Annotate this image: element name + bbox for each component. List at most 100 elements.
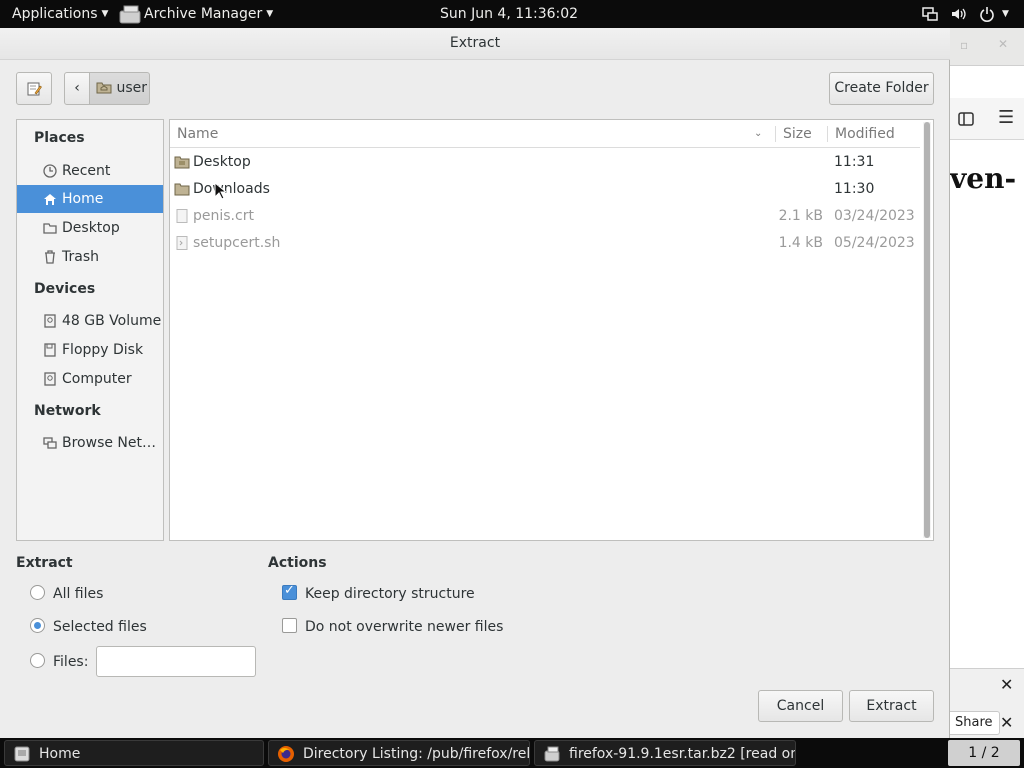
- task-archive-manager[interactable]: firefox-91.9.1esr.tar.bz2 [read on…: [534, 740, 796, 766]
- file-row-downloads[interactable]: Downloads 11:30: [170, 176, 920, 203]
- file-name: penis.crt: [193, 208, 254, 224]
- sidebar-item-browse-network[interactable]: Browse Net…: [17, 429, 163, 457]
- file-name: Desktop: [193, 154, 251, 170]
- task-label: Directory Listing: /pub/firefox/rel…: [303, 746, 530, 762]
- dialog-title: Extract: [0, 28, 950, 60]
- file-row-penis-crt[interactable]: penis.crt 2.1 kB 03/24/2023: [170, 203, 920, 230]
- background-titlebar: ▫ ✕: [948, 28, 1024, 66]
- breadcrumb-label: user: [116, 80, 147, 96]
- task-label: firefox-91.9.1esr.tar.bz2 [read on…: [569, 746, 796, 762]
- keep-directory-structure-checkbox[interactable]: [282, 583, 297, 600]
- network-icon: [43, 437, 57, 449]
- sidebar-item-desktop[interactable]: Desktop: [17, 214, 163, 242]
- clock[interactable]: Sun Jun 4, 11:36:02: [440, 0, 578, 28]
- actions-section-label: Actions: [268, 555, 327, 571]
- sidebar-item-home[interactable]: Home: [17, 185, 163, 213]
- files-pattern-radio[interactable]: [30, 653, 45, 668]
- app-label: Archive Manager: [144, 6, 263, 22]
- file-manager-icon: [14, 746, 30, 762]
- selected-files-label[interactable]: Selected files: [53, 618, 147, 636]
- create-folder-button[interactable]: Create Folder: [829, 72, 934, 105]
- network-icon[interactable]: [922, 6, 938, 22]
- extract-button[interactable]: Extract: [849, 690, 934, 722]
- column-size[interactable]: Size: [783, 120, 812, 148]
- sidebar-item-computer[interactable]: Computer: [17, 365, 163, 393]
- task-firefox[interactable]: Directory Listing: /pub/firefox/rel…: [268, 740, 530, 766]
- sidebar-item-label: Desktop: [62, 220, 120, 236]
- applications-menu[interactable]: Applications ▼: [12, 0, 108, 28]
- hamburger-menu-icon[interactable]: ☰: [998, 107, 1014, 128]
- vertical-scrollbar[interactable]: [923, 122, 931, 538]
- breadcrumb-user[interactable]: user: [89, 72, 150, 105]
- file-size: 2.1 kB: [778, 208, 823, 224]
- chevron-left-icon: ‹: [74, 80, 80, 96]
- column-divider: [827, 126, 828, 142]
- chevron-down-icon[interactable]: ⌄: [754, 120, 762, 148]
- extract-section-label: Extract: [16, 555, 73, 571]
- power-icon[interactable]: [979, 6, 995, 22]
- selected-files-radio[interactable]: [30, 618, 45, 633]
- chevron-down-icon: ▼: [101, 9, 109, 19]
- do-not-overwrite-checkbox[interactable]: [282, 618, 297, 633]
- all-files-label[interactable]: All files: [53, 585, 103, 603]
- extract-dialog: Extract ‹ user Create Folder Places Rece…: [0, 28, 950, 738]
- mouse-cursor-icon: [214, 182, 226, 200]
- share-button[interactable]: Share: [942, 711, 1000, 735]
- edit-icon: [27, 82, 42, 96]
- clock-icon: [43, 164, 57, 178]
- background-notification-bar: ✕ Share ✕: [942, 668, 1024, 738]
- chevron-down-icon[interactable]: ▼: [1002, 0, 1009, 28]
- files-pattern-input[interactable]: [96, 646, 256, 677]
- sidebar-item-label: Browse Net…: [62, 435, 157, 451]
- sidebar-item-recent[interactable]: Recent: [17, 157, 163, 185]
- archive-manager-icon: [544, 746, 560, 762]
- files-pattern-label[interactable]: Files:: [53, 653, 88, 671]
- background-browser-window[interactable]: ▫ ✕ ☰ ven- ✕ Share ✕: [942, 28, 1024, 738]
- volume-icon[interactable]: [950, 6, 966, 22]
- close-icon[interactable]: ✕: [1000, 675, 1013, 694]
- file-name: Downloads: [193, 181, 270, 197]
- keep-directory-structure-label[interactable]: Keep directory structure: [305, 585, 475, 603]
- close-icon[interactable]: ✕: [1000, 713, 1013, 732]
- sidebar-item-48gb-volume[interactable]: 48 GB Volume: [17, 307, 163, 335]
- taskbar: Home Directory Listing: /pub/firefox/rel…: [0, 738, 1024, 768]
- do-not-overwrite-label[interactable]: Do not overwrite newer files: [305, 618, 503, 636]
- sidebar-toggle-icon[interactable]: [958, 112, 974, 126]
- places-heading: Places: [34, 130, 85, 146]
- column-divider: [775, 126, 776, 142]
- all-files-radio[interactable]: [30, 585, 45, 600]
- file-modified: 11:30: [834, 181, 875, 197]
- column-modified[interactable]: Modified: [835, 120, 895, 148]
- task-home[interactable]: Home: [4, 740, 264, 766]
- scrollbar-thumb[interactable]: [924, 122, 930, 538]
- home-icon: [44, 194, 56, 205]
- file-size: 1.4 kB: [778, 235, 823, 251]
- sidebar-item-floppy-disk[interactable]: Floppy Disk: [17, 336, 163, 364]
- type-location-button[interactable]: [16, 72, 52, 105]
- workspace-pager[interactable]: 1 / 2: [948, 740, 1020, 766]
- file-list[interactable]: Name ⌄ Size Modified Desktop 11:31 Downl…: [169, 119, 934, 541]
- sidebar-item-trash[interactable]: Trash: [17, 243, 163, 271]
- floppy-icon: [44, 343, 56, 357]
- chevron-down-icon: ▼: [266, 9, 274, 19]
- top-bar: Applications ▼ Archive Manager ▼ Sun Jun 4…: [0, 0, 1024, 28]
- file-modified: 05/24/2023: [834, 235, 915, 251]
- file-modified: 03/24/2023: [834, 208, 915, 224]
- file-modified: 11:31: [834, 154, 875, 170]
- trash-icon: [45, 250, 55, 264]
- file-row-desktop[interactable]: Desktop 11:31: [170, 149, 920, 176]
- minimize-icon[interactable]: ▫: [960, 38, 968, 52]
- cancel-button[interactable]: Cancel: [758, 690, 843, 722]
- back-button[interactable]: ‹: [64, 72, 90, 105]
- app-menu[interactable]: Archive Manager ▼: [118, 0, 273, 28]
- task-label: Home: [39, 746, 81, 762]
- close-icon[interactable]: ✕: [998, 37, 1008, 51]
- file-row-setupcert-sh[interactable]: setupcert.sh 1.4 kB 05/24/2023: [170, 230, 920, 257]
- folder-icon: [174, 183, 190, 196]
- file-list-header: Name ⌄ Size Modified: [170, 120, 920, 148]
- sidebar-item-label: Floppy Disk: [62, 342, 144, 358]
- folder-icon: [174, 156, 190, 169]
- column-name[interactable]: Name: [177, 120, 218, 148]
- devices-heading: Devices: [34, 281, 96, 297]
- sidebar-item-label: 48 GB Volume: [62, 313, 162, 329]
